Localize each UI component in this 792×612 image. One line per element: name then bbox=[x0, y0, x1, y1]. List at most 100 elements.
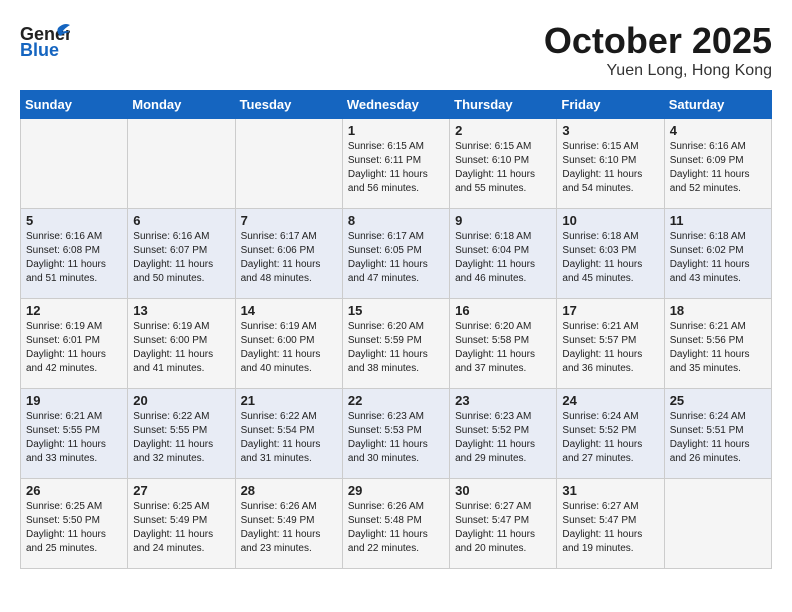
calendar-cell: 19 Sunrise: 6:21 AM Sunset: 5:55 PM Dayli… bbox=[21, 389, 128, 479]
day-number: 5 bbox=[26, 213, 122, 228]
day-number: 10 bbox=[562, 213, 658, 228]
cell-info: Sunrise: 6:21 AM Sunset: 5:56 PM Dayligh… bbox=[670, 320, 766, 376]
day-number: 16 bbox=[455, 303, 551, 318]
calendar-week-row: 5Sunrise: 6:16 AM Sunset: 6:08 PM Daylig… bbox=[21, 209, 772, 299]
cell-info: Sunrise: 6:21 AM Sunset: 5:57 PM Dayligh… bbox=[562, 320, 658, 376]
calendar-cell bbox=[128, 119, 235, 209]
cell-info: Sunrise: 6:24 AM Sunset: 5:51 PM Dayligh… bbox=[670, 410, 766, 466]
logo: General Blue bbox=[20, 20, 70, 60]
cell-info: Sunrise: 6:26 AM Sunset: 5:49 PM Dayligh… bbox=[241, 500, 337, 556]
day-number: 23 bbox=[455, 393, 551, 408]
day-number: 21 bbox=[241, 393, 337, 408]
calendar-cell: 13 Sunrise: 6:19 AM Sunset: 6:00 PM Dayli… bbox=[128, 299, 235, 389]
location: Yuen Long, Hong Kong bbox=[544, 62, 772, 80]
calendar-cell: 4 Sunrise: 6:16 AM Sunset: 6:09 PM Daylig… bbox=[664, 119, 771, 209]
header-day-saturday: Saturday bbox=[664, 91, 771, 119]
header-day-sunday: Sunday bbox=[21, 91, 128, 119]
calendar-cell: 11Sunrise: 6:18 AM Sunset: 6:02 PM Dayli… bbox=[664, 209, 771, 299]
calendar-cell bbox=[21, 119, 128, 209]
cell-info: Sunrise: 6:24 AM Sunset: 5:52 PM Dayligh… bbox=[562, 410, 658, 466]
calendar-cell: 17 Sunrise: 6:21 AM Sunset: 5:57 PM Dayli… bbox=[557, 299, 664, 389]
cell-info: Sunrise: 6:17 AM Sunset: 6:05 PM Dayligh… bbox=[348, 230, 444, 286]
day-number: 7 bbox=[241, 213, 337, 228]
cell-info: Sunrise: 6:18 AM Sunset: 6:03 PM Dayligh… bbox=[562, 230, 658, 286]
header-day-thursday: Thursday bbox=[450, 91, 557, 119]
calendar-cell: 31 Sunrise: 6:27 AM Sunset: 5:47 PM Dayli… bbox=[557, 479, 664, 569]
cell-info: Sunrise: 6:19 AM Sunset: 6:01 PM Dayligh… bbox=[26, 320, 122, 376]
calendar-week-row: 1 Sunrise: 6:15 AM Sunset: 6:11 PM Daylig… bbox=[21, 119, 772, 209]
calendar-cell: 8Sunrise: 6:17 AM Sunset: 6:05 PM Daylig… bbox=[342, 209, 449, 299]
cell-info: Sunrise: 6:15 AM Sunset: 6:10 PM Dayligh… bbox=[562, 140, 658, 196]
day-number: 6 bbox=[133, 213, 229, 228]
day-number: 27 bbox=[133, 483, 229, 498]
day-number: 26 bbox=[26, 483, 122, 498]
cell-info: Sunrise: 6:27 AM Sunset: 5:47 PM Dayligh… bbox=[455, 500, 551, 556]
cell-info: Sunrise: 6:19 AM Sunset: 6:00 PM Dayligh… bbox=[241, 320, 337, 376]
calendar-cell: 28 Sunrise: 6:26 AM Sunset: 5:49 PM Dayli… bbox=[235, 479, 342, 569]
calendar-cell: 7 Sunrise: 6:17 AM Sunset: 6:06 PM Daylig… bbox=[235, 209, 342, 299]
calendar-cell: 16 Sunrise: 6:20 AM Sunset: 5:58 PM Dayli… bbox=[450, 299, 557, 389]
day-number: 9 bbox=[455, 213, 551, 228]
calendar-cell: 29Sunrise: 6:26 AM Sunset: 5:48 PM Dayli… bbox=[342, 479, 449, 569]
cell-info: Sunrise: 6:16 AM Sunset: 6:09 PM Dayligh… bbox=[670, 140, 766, 196]
day-number: 19 bbox=[26, 393, 122, 408]
calendar-cell bbox=[235, 119, 342, 209]
cell-info: Sunrise: 6:20 AM Sunset: 5:58 PM Dayligh… bbox=[455, 320, 551, 376]
day-number: 20 bbox=[133, 393, 229, 408]
calendar-week-row: 26 Sunrise: 6:25 AM Sunset: 5:50 PM Dayli… bbox=[21, 479, 772, 569]
calendar-cell: 24 Sunrise: 6:24 AM Sunset: 5:52 PM Dayli… bbox=[557, 389, 664, 479]
day-number: 17 bbox=[562, 303, 658, 318]
day-number: 13 bbox=[133, 303, 229, 318]
cell-info: Sunrise: 6:21 AM Sunset: 5:55 PM Dayligh… bbox=[26, 410, 122, 466]
cell-info: Sunrise: 6:26 AM Sunset: 5:48 PM Dayligh… bbox=[348, 500, 444, 556]
cell-info: Sunrise: 6:18 AM Sunset: 6:02 PM Dayligh… bbox=[670, 230, 766, 286]
header-day-monday: Monday bbox=[128, 91, 235, 119]
calendar-header-row: SundayMondayTuesdayWednesdayThursdayFrid… bbox=[21, 91, 772, 119]
calendar-table: SundayMondayTuesdayWednesdayThursdayFrid… bbox=[20, 90, 772, 569]
header-day-tuesday: Tuesday bbox=[235, 91, 342, 119]
day-number: 22 bbox=[348, 393, 444, 408]
cell-info: Sunrise: 6:23 AM Sunset: 5:52 PM Dayligh… bbox=[455, 410, 551, 466]
day-number: 31 bbox=[562, 483, 658, 498]
day-number: 4 bbox=[670, 123, 766, 138]
cell-info: Sunrise: 6:19 AM Sunset: 6:00 PM Dayligh… bbox=[133, 320, 229, 376]
calendar-cell: 18 Sunrise: 6:21 AM Sunset: 5:56 PM Dayli… bbox=[664, 299, 771, 389]
calendar-cell: 27 Sunrise: 6:25 AM Sunset: 5:49 PM Dayli… bbox=[128, 479, 235, 569]
cell-info: Sunrise: 6:27 AM Sunset: 5:47 PM Dayligh… bbox=[562, 500, 658, 556]
title-block: October 2025 Yuen Long, Hong Kong bbox=[544, 20, 772, 80]
cell-info: Sunrise: 6:25 AM Sunset: 5:50 PM Dayligh… bbox=[26, 500, 122, 556]
cell-info: Sunrise: 6:16 AM Sunset: 6:07 PM Dayligh… bbox=[133, 230, 229, 286]
calendar-cell: 21 Sunrise: 6:22 AM Sunset: 5:54 PM Dayli… bbox=[235, 389, 342, 479]
cell-info: Sunrise: 6:20 AM Sunset: 5:59 PM Dayligh… bbox=[348, 320, 444, 376]
day-number: 12 bbox=[26, 303, 122, 318]
day-number: 24 bbox=[562, 393, 658, 408]
calendar-cell: 6 Sunrise: 6:16 AM Sunset: 6:07 PM Daylig… bbox=[128, 209, 235, 299]
day-number: 25 bbox=[670, 393, 766, 408]
calendar-cell: 23 Sunrise: 6:23 AM Sunset: 5:52 PM Dayli… bbox=[450, 389, 557, 479]
day-number: 14 bbox=[241, 303, 337, 318]
cell-info: Sunrise: 6:22 AM Sunset: 5:54 PM Dayligh… bbox=[241, 410, 337, 466]
cell-info: Sunrise: 6:15 AM Sunset: 6:11 PM Dayligh… bbox=[348, 140, 444, 196]
header-day-wednesday: Wednesday bbox=[342, 91, 449, 119]
month-title: October 2025 bbox=[544, 20, 772, 62]
calendar-cell: 1 Sunrise: 6:15 AM Sunset: 6:11 PM Daylig… bbox=[342, 119, 449, 209]
cell-info: Sunrise: 6:22 AM Sunset: 5:55 PM Dayligh… bbox=[133, 410, 229, 466]
day-number: 28 bbox=[241, 483, 337, 498]
day-number: 2 bbox=[455, 123, 551, 138]
calendar-cell: 26 Sunrise: 6:25 AM Sunset: 5:50 PM Dayli… bbox=[21, 479, 128, 569]
calendar-cell: 10 Sunrise: 6:18 AM Sunset: 6:03 PM Dayli… bbox=[557, 209, 664, 299]
calendar-body: 1 Sunrise: 6:15 AM Sunset: 6:11 PM Daylig… bbox=[21, 119, 772, 569]
calendar-cell: 5Sunrise: 6:16 AM Sunset: 6:08 PM Daylig… bbox=[21, 209, 128, 299]
calendar-week-row: 12 Sunrise: 6:19 AM Sunset: 6:01 PM Dayli… bbox=[21, 299, 772, 389]
calendar-cell: 2Sunrise: 6:15 AM Sunset: 6:10 PM Daylig… bbox=[450, 119, 557, 209]
svg-text:Blue: Blue bbox=[20, 40, 59, 60]
calendar-cell: 3 Sunrise: 6:15 AM Sunset: 6:10 PM Daylig… bbox=[557, 119, 664, 209]
cell-info: Sunrise: 6:25 AM Sunset: 5:49 PM Dayligh… bbox=[133, 500, 229, 556]
day-number: 1 bbox=[348, 123, 444, 138]
cell-info: Sunrise: 6:17 AM Sunset: 6:06 PM Dayligh… bbox=[241, 230, 337, 286]
day-number: 18 bbox=[670, 303, 766, 318]
day-number: 30 bbox=[455, 483, 551, 498]
day-number: 3 bbox=[562, 123, 658, 138]
calendar-cell: 15Sunrise: 6:20 AM Sunset: 5:59 PM Dayli… bbox=[342, 299, 449, 389]
cell-info: Sunrise: 6:18 AM Sunset: 6:04 PM Dayligh… bbox=[455, 230, 551, 286]
